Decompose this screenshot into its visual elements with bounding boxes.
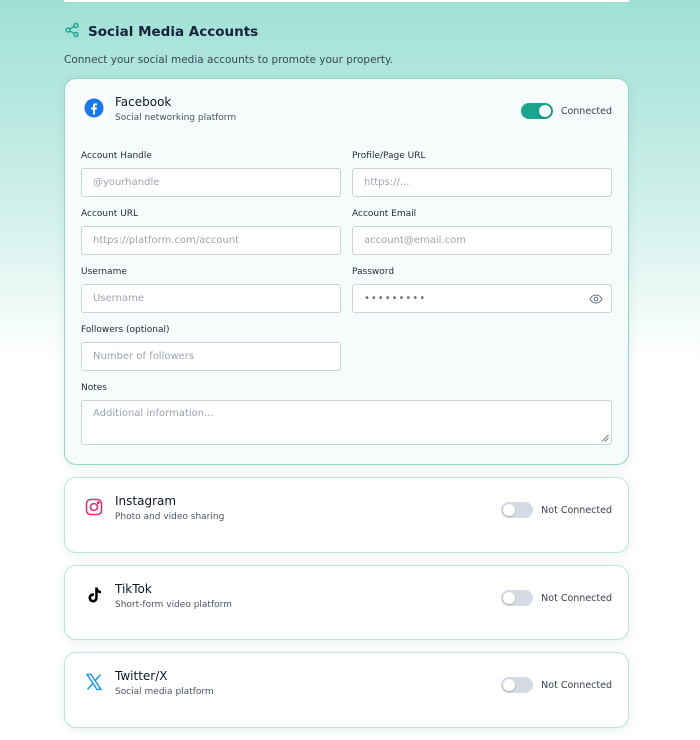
instagram-icon xyxy=(81,494,107,520)
instagram-card[interactable]: Instagram Photo and video sharing Not Co… xyxy=(64,477,629,553)
account-email-label: Account Email xyxy=(352,209,417,219)
password-value: ••••••••• xyxy=(364,293,427,304)
facebook-subtitle: Social networking platform xyxy=(115,113,237,123)
notes-placeholder: Additional information... xyxy=(93,408,214,419)
profile-url-input[interactable]: https://... xyxy=(352,168,612,197)
section-header: Social Media Accounts xyxy=(64,22,258,42)
tiktok-icon xyxy=(81,582,107,608)
tiktok-status: Not Connected xyxy=(541,592,612,604)
instagram-toggle[interactable] xyxy=(501,502,534,518)
username-input[interactable]: Username xyxy=(81,284,341,313)
username-label: Username xyxy=(81,267,127,277)
facebook-card: Facebook Social networking platform Conn… xyxy=(64,78,629,465)
twitter-status: Not Connected xyxy=(541,679,612,691)
instagram-status: Not Connected xyxy=(541,504,612,516)
account-email-input[interactable]: account@email.com xyxy=(352,226,612,255)
facebook-name: Facebook xyxy=(115,95,172,109)
instagram-name: Instagram xyxy=(115,494,177,508)
tiktok-toggle[interactable] xyxy=(501,590,534,606)
notes-label: Notes xyxy=(81,383,107,393)
eye-icon[interactable] xyxy=(589,293,603,305)
profile-url-label: Profile/Page URL xyxy=(352,151,426,161)
instagram-subtitle: Photo and video sharing xyxy=(115,512,225,522)
twitter-card[interactable]: Twitter/X Social media platform Not Conn… xyxy=(64,652,629,728)
twitter-subtitle: Social media platform xyxy=(115,687,214,697)
account-url-label: Account URL xyxy=(81,209,139,219)
top-divider xyxy=(64,0,629,2)
account-handle-label: Account Handle xyxy=(81,151,152,161)
facebook-toggle[interactable] xyxy=(520,103,553,119)
tiktok-card[interactable]: TikTok Short-form video platform Not Con… xyxy=(64,565,629,640)
share-icon xyxy=(64,22,80,42)
account-url-input[interactable]: https://platform.com/account xyxy=(81,226,341,255)
section-description: Connect your social media accounts to pr… xyxy=(64,54,394,66)
tiktok-name: TikTok xyxy=(115,582,152,596)
twitter-x-icon xyxy=(81,669,107,695)
section-title: Social Media Accounts xyxy=(88,24,259,40)
account-handle-input[interactable]: @yourhandle xyxy=(81,168,341,197)
facebook-status: Connected xyxy=(560,105,612,117)
password-label: Password xyxy=(352,267,395,277)
followers-input[interactable]: Number of followers xyxy=(81,342,341,371)
facebook-icon xyxy=(81,95,107,121)
tiktok-subtitle: Short-form video platform xyxy=(115,600,232,610)
notes-textarea[interactable]: Additional information... xyxy=(81,400,612,445)
twitter-name: Twitter/X xyxy=(115,669,168,683)
followers-label: Followers (optional) xyxy=(81,325,170,335)
password-input[interactable]: ••••••••• xyxy=(352,284,612,313)
twitter-toggle[interactable] xyxy=(501,677,534,693)
resize-handle-icon[interactable] xyxy=(601,434,609,442)
